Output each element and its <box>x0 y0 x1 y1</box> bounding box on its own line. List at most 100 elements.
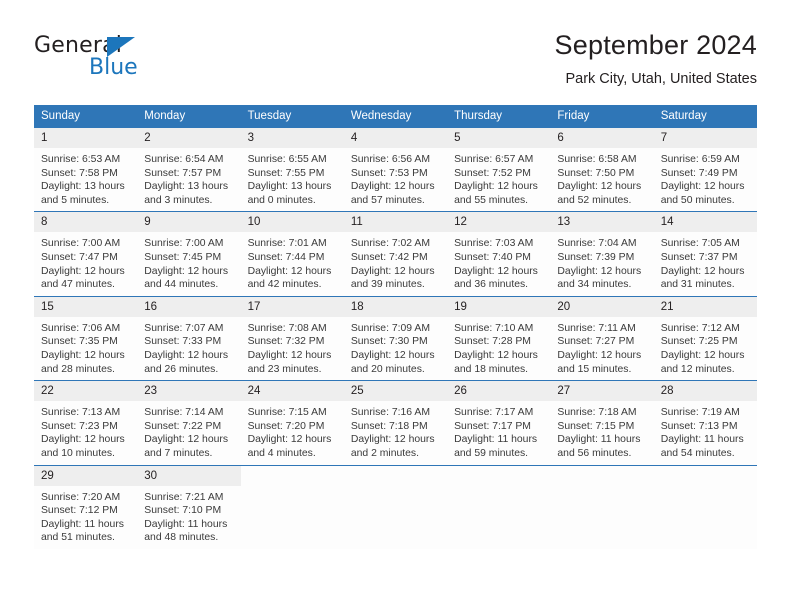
daylight-text: Daylight: 11 hours and 56 minutes. <box>557 434 641 459</box>
calendar-day-cell[interactable]: 7 Sunrise: 6:59 AM Sunset: 7:49 PM Daylight… <box>653 126 757 212</box>
calendar-day-cell[interactable]: 13 Sunrise: 7:04 AM Sunset: 7:39 PM Dayligh… <box>550 211 654 297</box>
calendar-day-cell[interactable]: 29 Sunrise: 7:20 AM Sunset: 7:12 PM Dayligh… <box>34 464 138 549</box>
daylight-text: Daylight: 13 hours and 3 minutes. <box>144 181 229 206</box>
day-number: 1 <box>34 128 138 148</box>
sunrise-text: Sunrise: 7:19 AM <box>660 407 740 419</box>
calendar-day-cell[interactable]: 10 Sunrise: 7:01 AM Sunset: 7:44 PM Dayligh… <box>240 211 344 297</box>
sunset-text: Sunset: 7:25 PM <box>660 336 738 348</box>
general-blue-logo[interactable]: General Blue <box>34 33 264 85</box>
daylight-text: Daylight: 13 hours and 0 minutes. <box>247 181 332 206</box>
calendar-day-cell[interactable]: 20 Sunrise: 7:11 AM Sunset: 7:27 PM Dayligh… <box>550 295 654 381</box>
calendar-day-cell[interactable]: 4 Sunrise: 6:56 AM Sunset: 7:53 PM Daylight… <box>343 126 448 212</box>
calendar-day-cell[interactable]: 9 Sunrise: 7:00 AM Sunset: 7:45 PM Daylight… <box>137 211 241 297</box>
calendar-header-row: Sunday Monday Tuesday Wednesday Thursday Frid… <box>34 105 757 128</box>
sunrise-text: Sunrise: 6:54 AM <box>144 154 224 165</box>
sunset-text: Sunset: 7:45 PM <box>144 251 222 263</box>
day-details: Sunrise: 6:55 AM Sunset: 7:55 PM Daylight:… <box>241 148 344 211</box>
day-number: 3 <box>240 128 344 148</box>
weekday-header-friday: Friday <box>550 105 654 128</box>
weekday-header-saturday: Saturday <box>653 105 757 128</box>
day-number: 28 <box>653 381 757 402</box>
calendar-day-cell[interactable]: 15 Sunrise: 7:06 AM Sunset: 7:35 PM Dayligh… <box>34 295 138 381</box>
calendar-day-cell[interactable]: 21 Sunrise: 7:12 AM Sunset: 7:25 PM Dayligh… <box>653 295 757 381</box>
day-details: Sunrise: 7:10 AM Sunset: 7:28 PM Daylight:… <box>447 317 550 380</box>
sunset-text: Sunset: 7:53 PM <box>350 167 428 179</box>
daylight-text: Daylight: 11 hours and 48 minutes. <box>144 518 228 544</box>
day-details: Sunrise: 7:09 AM Sunset: 7:30 PM Daylight:… <box>344 317 447 380</box>
day-details: Sunrise: 6:56 AM Sunset: 7:53 PM Daylight:… <box>344 148 447 211</box>
daylight-text: Daylight: 12 hours and 50 minutes. <box>660 181 745 206</box>
sunset-text: Sunset: 7:47 PM <box>41 251 118 263</box>
calendar-day-cell[interactable]: 23 Sunrise: 7:14 AM Sunset: 7:22 PM Dayligh… <box>137 380 241 465</box>
weekday-header-thursday: Thursday <box>447 105 551 128</box>
page-header: General Blue September 2024 Park City, U… <box>0 0 792 96</box>
sunrise-text: Sunrise: 7:04 AM <box>557 238 637 250</box>
sunset-text: Sunset: 7:44 PM <box>247 251 325 263</box>
daylight-text: Daylight: 13 hours and 5 minutes. <box>41 181 125 206</box>
calendar-day-cell[interactable]: 12 Sunrise: 7:03 AM Sunset: 7:40 PM Dayligh… <box>447 211 551 297</box>
calendar-day-cell[interactable]: 19 Sunrise: 7:10 AM Sunset: 7:28 PM Dayligh… <box>447 295 551 381</box>
triangle-icon <box>107 37 135 57</box>
calendar-day-cell[interactable]: 22 Sunrise: 7:13 AM Sunset: 7:23 PM Dayligh… <box>34 380 138 465</box>
sunrise-text: Sunrise: 7:10 AM <box>454 322 534 334</box>
sunrise-text: Sunrise: 7:12 AM <box>660 322 740 334</box>
sunrise-text: Sunrise: 7:00 AM <box>41 238 121 250</box>
calendar-day-cell[interactable]: 26 Sunrise: 7:17 AM Sunset: 7:17 PM Dayligh… <box>447 380 551 465</box>
sunset-text: Sunset: 7:13 PM <box>660 420 738 432</box>
calendar-day-cell[interactable]: 28 Sunrise: 7:19 AM Sunset: 7:13 PM Dayligh… <box>653 380 757 465</box>
sunrise-text: Sunrise: 7:20 AM <box>41 491 121 503</box>
day-details: Sunrise: 7:18 AM Sunset: 7:15 PM Daylight:… <box>550 401 653 464</box>
day-details: Sunrise: 7:04 AM Sunset: 7:39 PM Daylight:… <box>550 232 653 295</box>
sunset-text: Sunset: 7:20 PM <box>247 420 325 432</box>
calendar-day-cell-empty <box>550 464 654 549</box>
sunrise-text: Sunrise: 6:53 AM <box>41 154 121 165</box>
sunrise-text: Sunrise: 7:15 AM <box>247 407 327 419</box>
day-number: 11 <box>343 212 448 233</box>
weekday-header-monday: Monday <box>137 105 241 128</box>
day-number: 30 <box>137 465 241 486</box>
weekday-header: Sunday Monday Tuesday Wednesday Thursday Frid… <box>34 105 757 128</box>
calendar-day-cell[interactable]: 24 Sunrise: 7:15 AM Sunset: 7:20 PM Dayligh… <box>240 380 344 465</box>
sunset-text: Sunset: 7:40 PM <box>454 251 531 263</box>
calendar-day-cell[interactable]: 8 Sunrise: 7:00 AM Sunset: 7:47 PM Daylight… <box>34 211 138 297</box>
day-details: Sunrise: 7:00 AM Sunset: 7:47 PM Daylight:… <box>34 232 137 295</box>
day-number: 21 <box>653 296 757 317</box>
day-details: Sunrise: 7:07 AM Sunset: 7:33 PM Daylight:… <box>137 317 240 380</box>
calendar-week-row: 8 Sunrise: 7:00 AM Sunset: 7:47 PM Daylight… <box>34 211 757 297</box>
calendar-day-cell[interactable]: 11 Sunrise: 7:02 AM Sunset: 7:42 PM Dayligh… <box>343 211 448 297</box>
calendar-day-cell[interactable]: 14 Sunrise: 7:05 AM Sunset: 7:37 PM Dayligh… <box>653 211 757 297</box>
calendar-day-cell[interactable]: 30 Sunrise: 7:21 AM Sunset: 7:10 PM Dayligh… <box>137 464 241 549</box>
day-details: Sunrise: 7:08 AM Sunset: 7:32 PM Daylight:… <box>241 317 344 380</box>
day-details: Sunrise: 7:11 AM Sunset: 7:27 PM Daylight:… <box>550 317 653 380</box>
daylight-text: Daylight: 12 hours and 47 minutes. <box>41 265 125 291</box>
sunrise-text: Sunrise: 7:16 AM <box>350 407 430 419</box>
day-number: 19 <box>447 296 551 317</box>
calendar-day-cell[interactable]: 3 Sunrise: 6:55 AM Sunset: 7:55 PM Daylight… <box>240 126 344 212</box>
weekday-header-wednesday: Wednesday <box>343 105 448 128</box>
day-number <box>447 466 550 486</box>
sunset-text: Sunset: 7:33 PM <box>144 336 222 348</box>
daylight-text: Daylight: 11 hours and 54 minutes. <box>660 434 744 459</box>
day-number: 8 <box>34 212 138 233</box>
calendar-day-cell[interactable]: 6 Sunrise: 6:58 AM Sunset: 7:50 PM Daylight… <box>550 126 654 212</box>
day-details: Sunrise: 7:03 AM Sunset: 7:40 PM Daylight:… <box>447 232 550 295</box>
sunrise-text: Sunrise: 7:18 AM <box>557 407 637 419</box>
day-number: 5 <box>447 128 551 148</box>
day-details: Sunrise: 7:13 AM Sunset: 7:23 PM Daylight:… <box>34 401 137 464</box>
sunset-text: Sunset: 7:23 PM <box>41 420 118 432</box>
daylight-text: Daylight: 12 hours and 57 minutes. <box>350 181 435 206</box>
daylight-text: Daylight: 12 hours and 39 minutes. <box>350 265 435 291</box>
calendar-day-cell[interactable]: 5 Sunrise: 6:57 AM Sunset: 7:52 PM Daylight… <box>447 126 551 212</box>
day-details: Sunrise: 7:15 AM Sunset: 7:20 PM Daylight:… <box>241 401 344 464</box>
calendar-day-cell[interactable]: 18 Sunrise: 7:09 AM Sunset: 7:30 PM Dayligh… <box>343 295 448 381</box>
day-number: 25 <box>343 381 448 402</box>
sunset-text: Sunset: 7:35 PM <box>41 336 118 348</box>
calendar-day-cell[interactable]: 27 Sunrise: 7:18 AM Sunset: 7:15 PM Dayligh… <box>550 380 654 465</box>
calendar-day-cell[interactable]: 2 Sunrise: 6:54 AM Sunset: 7:57 PM Daylight… <box>137 126 241 212</box>
calendar-day-cell[interactable]: 25 Sunrise: 7:16 AM Sunset: 7:18 PM Dayligh… <box>343 380 448 465</box>
calendar-day-cell[interactable]: 16 Sunrise: 7:07 AM Sunset: 7:33 PM Dayligh… <box>137 295 241 381</box>
calendar-day-cell[interactable]: 17 Sunrise: 7:08 AM Sunset: 7:32 PM Dayligh… <box>240 295 344 381</box>
calendar-week-row: 15 Sunrise: 7:06 AM Sunset: 7:35 PM Dayligh… <box>34 295 757 381</box>
calendar-day-cell[interactable]: 1 Sunrise: 6:53 AM Sunset: 7:58 PM Daylight… <box>34 126 138 212</box>
day-details: Sunrise: 7:17 AM Sunset: 7:17 PM Daylight:… <box>447 401 550 464</box>
